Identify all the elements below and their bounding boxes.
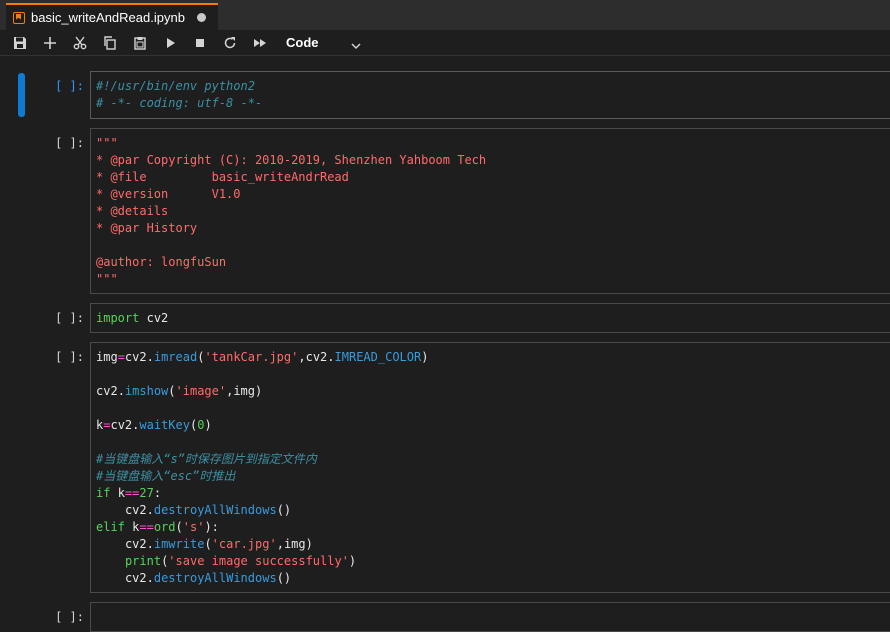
copy-icon[interactable] xyxy=(101,34,119,52)
code-line: """ xyxy=(96,136,118,150)
cell-prompt: [ ]: xyxy=(55,79,84,93)
code-cell[interactable]: [ ]: import cv2 xyxy=(0,303,890,333)
cell-prompt: [ ]: xyxy=(55,136,84,150)
code-cell[interactable]: [ ]: #!/usr/bin/env python2 # -*- coding… xyxy=(0,71,890,119)
code-line: """ xyxy=(96,272,118,286)
code-cell[interactable]: [ ]: """ * @par Copyright (C): 2010-2019… xyxy=(0,128,890,294)
run-icon[interactable] xyxy=(161,34,179,52)
code-line: cv2.destroyAllWindows() xyxy=(124,503,292,517)
code-cell[interactable]: [ ]: xyxy=(0,602,890,632)
code-line: * @details xyxy=(96,204,169,218)
code-line: print('save image successfully') xyxy=(124,554,357,568)
code-cell[interactable]: [ ]: img=cv2.imread('tankCar.jpg',cv2.IM… xyxy=(0,342,890,593)
cell-editor[interactable]: """ * @par Copyright (C): 2010-2019, She… xyxy=(90,128,890,294)
tab-notebook[interactable]: basic_writeAndRead.ipynb xyxy=(6,3,218,30)
code-line: * @par Copyright (C): 2010-2019, Shenzhe… xyxy=(96,153,487,167)
code-line: @author: longfuSun xyxy=(96,255,227,269)
stop-icon[interactable] xyxy=(191,34,209,52)
tab-bar: basic_writeAndRead.ipynb xyxy=(0,0,890,30)
code-line: #当键盘输入“esc”时推出 xyxy=(96,469,236,483)
code-line: cv2.imwrite('car.jpg',img) xyxy=(124,537,313,551)
cell-editor[interactable]: img=cv2.imread('tankCar.jpg',cv2.IMREAD_… xyxy=(90,342,890,593)
code-line: # -*- coding: utf-8 -*- xyxy=(96,96,263,110)
code-line: cv2.imshow('image',img) xyxy=(96,384,263,398)
paste-icon[interactable] xyxy=(131,34,149,52)
restart-icon[interactable] xyxy=(221,34,239,52)
notebook-area: [ ]: #!/usr/bin/env python2 # -*- coding… xyxy=(0,57,890,632)
cell-prompt: [ ]: xyxy=(55,610,84,624)
unsaved-dot-icon[interactable] xyxy=(197,13,206,22)
cell-editor[interactable] xyxy=(90,602,890,632)
code-line: #!/usr/bin/env python2 xyxy=(96,79,255,93)
notebook-toolbar: Code xyxy=(0,30,890,56)
active-cell-marker xyxy=(18,73,25,117)
cut-icon[interactable] xyxy=(71,34,89,52)
code-line: #当键盘输入“s”时保存图片到指定文件内 xyxy=(96,452,317,466)
code-line: if k==27: xyxy=(96,486,162,500)
code-line: * @version V1.0 xyxy=(96,187,241,201)
cell-editor[interactable]: #!/usr/bin/env python2 # -*- coding: utf… xyxy=(90,71,890,119)
code-line: k=cv2.waitKey(0) xyxy=(96,418,212,432)
cell-editor[interactable]: import cv2 xyxy=(90,303,890,333)
code-line: * @par History xyxy=(96,221,198,235)
code-line: cv2.destroyAllWindows() xyxy=(124,571,292,585)
fast-forward-icon[interactable] xyxy=(251,34,269,52)
add-icon[interactable] xyxy=(41,34,59,52)
code-line: import cv2 xyxy=(96,311,169,325)
code-line: * @file basic_writeAndrRead xyxy=(96,170,349,184)
tab-title: basic_writeAndRead.ipynb xyxy=(31,10,185,25)
code-line: elif k==ord('s'): xyxy=(96,520,219,534)
save-icon[interactable] xyxy=(11,34,29,52)
cell-prompt: [ ]: xyxy=(55,350,84,364)
code-line: img=cv2.imread('tankCar.jpg',cv2.IMREAD_… xyxy=(96,350,429,364)
chevron-down-icon[interactable] xyxy=(350,37,362,50)
cell-prompt: [ ]: xyxy=(55,311,84,325)
cell-type-select[interactable]: Code xyxy=(286,33,319,53)
notebook-icon xyxy=(13,11,25,24)
